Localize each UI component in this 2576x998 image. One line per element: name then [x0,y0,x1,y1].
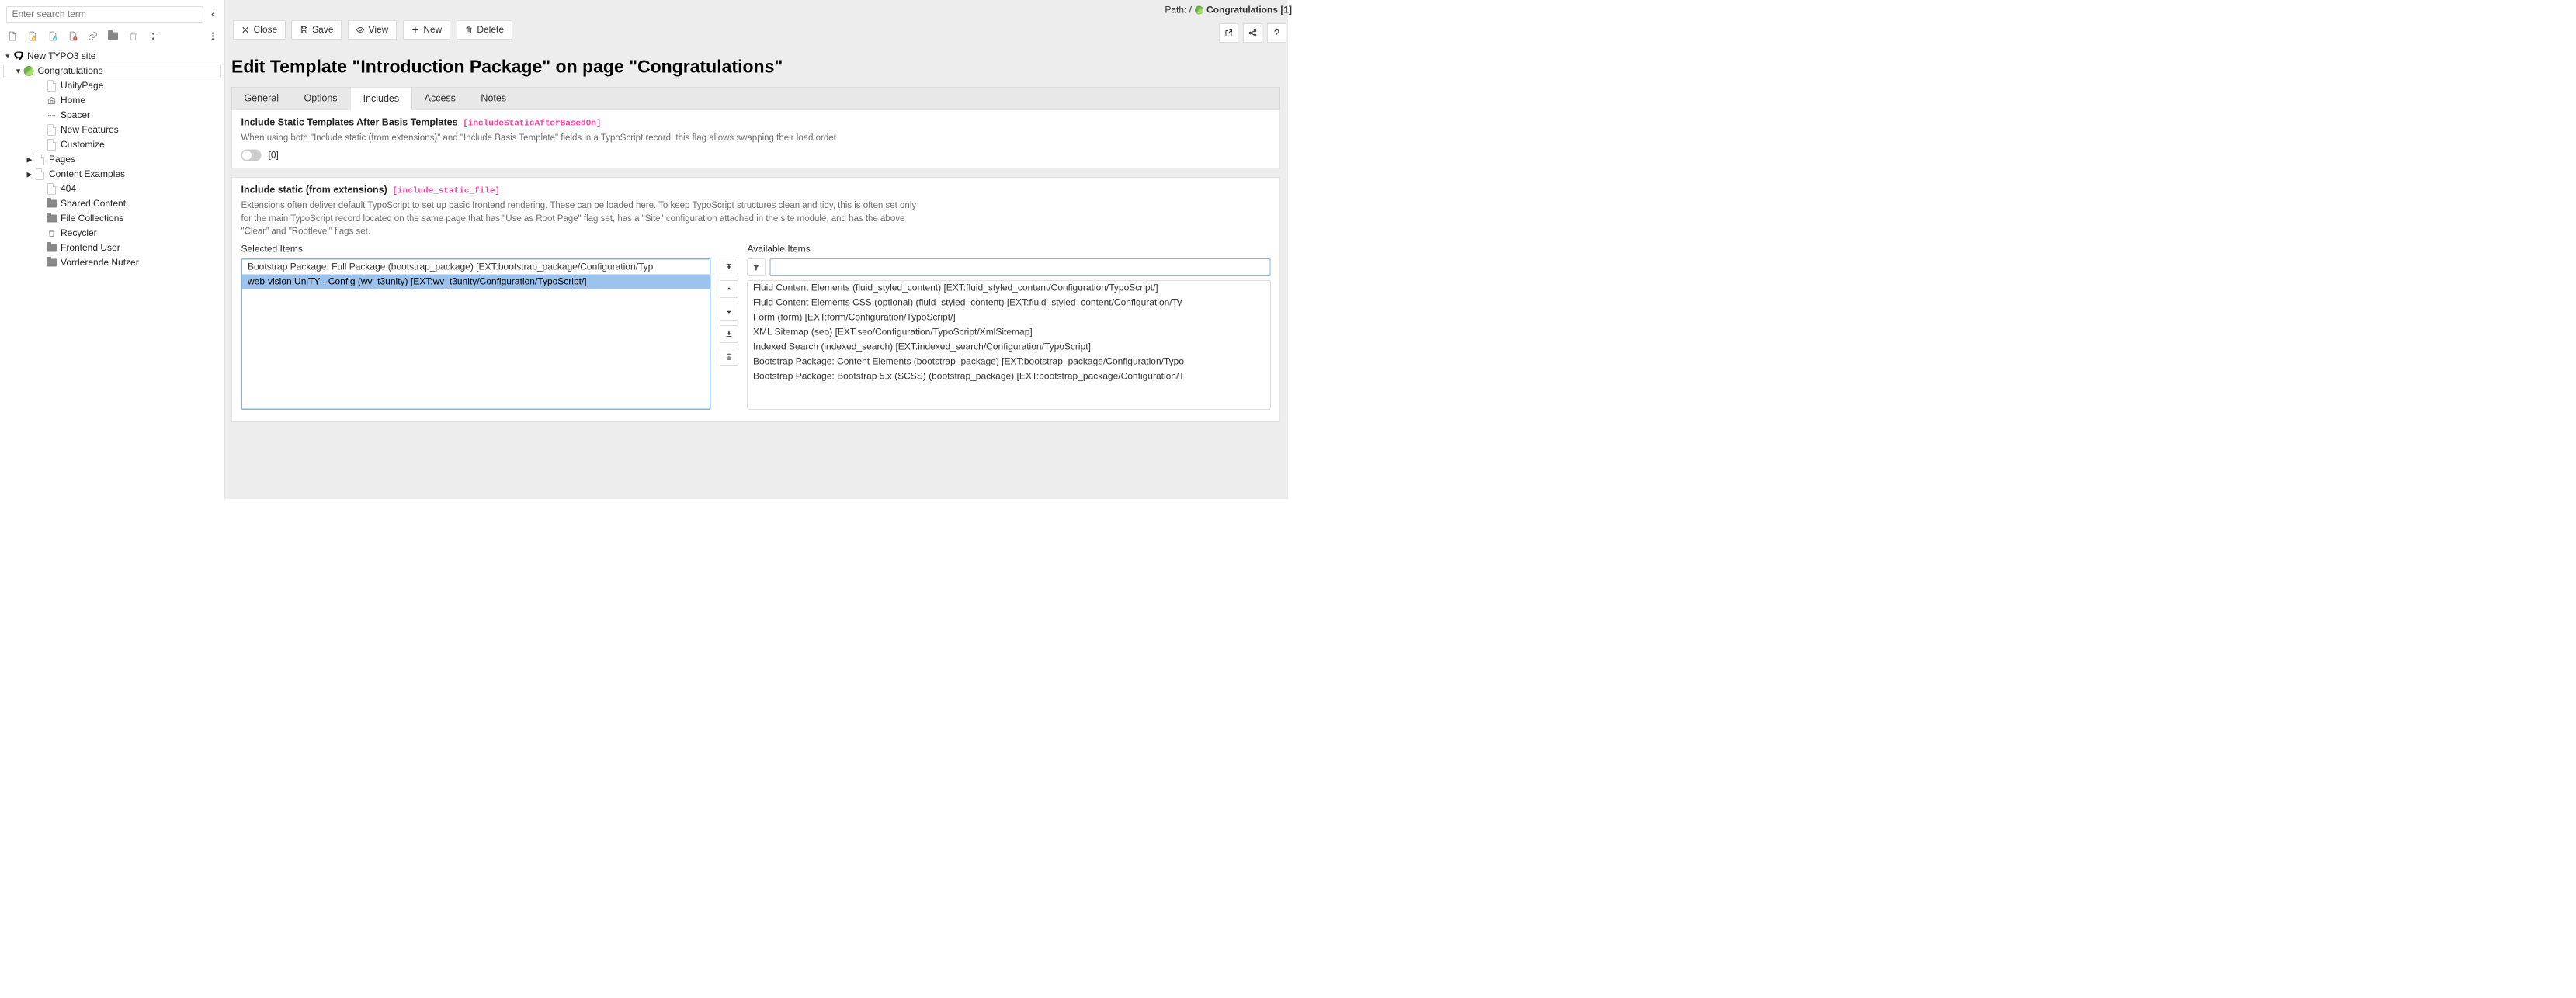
field-description: When using both "Include static (from ex… [241,131,901,144]
list-item[interactable]: Fluid Content Elements CSS (optional) (f… [748,296,1270,310]
tree-item[interactable]: New Features [3,123,221,137]
search-input[interactable] [6,6,203,23]
more-icon[interactable] [207,30,219,42]
folder-icon[interactable] [107,30,119,42]
module-header: Path: / Congratulations [1] Close Save V… [225,0,1288,47]
chevron-right-icon[interactable]: ▶ [25,155,34,165]
tree-item[interactable]: Home [3,93,221,108]
save-button[interactable]: Save [292,20,342,40]
page-tree-sidebar: ▼ New TYPO3 site ▼ Congratulations Unity… [0,0,225,499]
typo3-logo-icon [13,51,23,61]
field-label: Include Static Templates After Basis Tem… [241,117,458,128]
collapse-sidebar-button[interactable] [208,9,219,20]
open-new-window-button[interactable] [1219,23,1238,43]
chevron-down-icon[interactable]: ▼ [3,52,12,61]
tab-general[interactable]: General [232,88,292,110]
share-button[interactable] [1243,23,1262,43]
field-tech-name: [includeStaticAfterBasedOn] [463,119,601,129]
new-page-icon[interactable] [6,30,18,42]
move-top-button[interactable] [720,258,738,275]
new-button[interactable]: New [403,20,450,40]
list-item[interactable]: Bootstrap Package: Full Package (bootstr… [242,260,710,275]
page-icon [47,125,57,135]
field-description: Extensions often deliver default TypoScr… [241,199,925,237]
folder-icon [47,243,57,253]
folder-icon [47,258,57,268]
recycler-icon [47,228,57,238]
page-icon [47,81,57,91]
tree-item[interactable]: Recycler [3,226,221,241]
tab-options[interactable]: Options [291,88,350,110]
new-page-inside-icon[interactable] [26,30,38,42]
tree-toolbar [0,26,225,46]
globe-icon [1195,6,1203,15]
toggle-value: [0] [269,150,279,161]
list-item[interactable]: Fluid Content Elements (fluid_styled_con… [748,281,1270,296]
tree-root-label: New TYPO3 site [27,51,95,62]
help-button[interactable]: ? [1267,23,1286,43]
list-item[interactable]: web-vision UniTY - Config (wv_t3unity) [… [242,275,710,289]
tab-access[interactable]: Access [412,88,469,110]
tree-item[interactable]: Vorderende Nutzer [3,255,221,270]
field-include-static: Include static (from extensions) [includ… [231,177,1280,422]
link-icon[interactable] [87,30,99,42]
tree-item[interactable]: Shared Content [3,196,221,211]
tree-item[interactable]: ▶Pages [3,152,221,167]
home-icon [47,95,57,106]
tabs: General Options Includes Access Notes [231,87,1280,109]
folder-icon [47,199,57,209]
chevron-down-icon[interactable]: ▼ [14,67,23,76]
tree-root[interactable]: ▼ New TYPO3 site [3,49,221,64]
spacer-icon [47,110,57,120]
field-label: Include static (from extensions) [241,185,387,196]
list-item[interactable]: Bootstrap Package: Bootstrap 5.x (SCSS) … [748,369,1270,384]
main-content: Path: / Congratulations [1] Close Save V… [225,0,1288,499]
tree-item[interactable]: Frontend User [3,241,221,255]
delete-button[interactable]: Delete [457,20,512,40]
tree-item-congratulations[interactable]: ▼ Congratulations [3,64,221,78]
page-icon [35,154,45,165]
trash-icon[interactable] [127,30,139,42]
divide-icon[interactable] [148,30,159,42]
list-item[interactable]: Bootstrap Package: Content Elements (boo… [748,355,1270,369]
tree-item[interactable]: ▶Content Examples [3,167,221,182]
move-up-button[interactable] [720,280,738,298]
view-button[interactable]: View [348,20,397,40]
field-include-after-basis: Include Static Templates After Basis Tem… [231,109,1280,168]
chevron-right-icon[interactable]: ▶ [25,170,34,179]
remove-item-button[interactable] [720,348,738,366]
list-item[interactable]: XML Sitemap (seo) [EXT:seo/Configuration… [748,325,1270,340]
new-page-stop-icon[interactable] [67,30,78,42]
move-bottom-button[interactable] [720,325,738,343]
page-tree: ▼ New TYPO3 site ▼ Congratulations Unity… [0,46,225,270]
breadcrumb: Path: / Congratulations [1] [1165,5,1292,16]
selected-items-listbox[interactable]: Bootstrap Package: Full Package (bootstr… [241,258,711,410]
filter-icon[interactable] [748,258,766,276]
tab-includes[interactable]: Includes [350,87,412,110]
globe-icon [24,66,34,76]
move-down-button[interactable] [720,303,738,321]
page-icon [47,184,57,194]
selected-items-label: Selected Items [241,244,711,255]
tree-item[interactable]: File Collections [3,211,221,226]
list-item[interactable]: Indexed Search (indexed_search) [EXT:ind… [748,340,1270,355]
list-item[interactable]: Form (form) [EXT:form/Configuration/Typo… [748,310,1270,325]
available-items-label: Available Items [748,244,1271,255]
folder-icon [47,213,57,224]
tree-item[interactable]: Customize [3,137,221,152]
filter-input[interactable] [770,258,1271,276]
page-icon [47,140,57,150]
toggle-switch[interactable] [241,150,262,161]
field-tech-name: [include_static_file] [392,186,500,196]
new-page-after-icon[interactable] [47,30,58,42]
tab-notes[interactable]: Notes [468,88,519,110]
close-button[interactable]: Close [233,20,286,40]
page-icon [35,169,45,179]
tree-item[interactable]: 404 [3,182,221,196]
available-items-listbox[interactable]: Fluid Content Elements (fluid_styled_con… [748,280,1271,410]
page-title: Edit Template "Introduction Package" on … [231,56,1280,77]
tree-item[interactable]: UnityPage [3,78,221,93]
tree-item[interactable]: Spacer [3,108,221,123]
